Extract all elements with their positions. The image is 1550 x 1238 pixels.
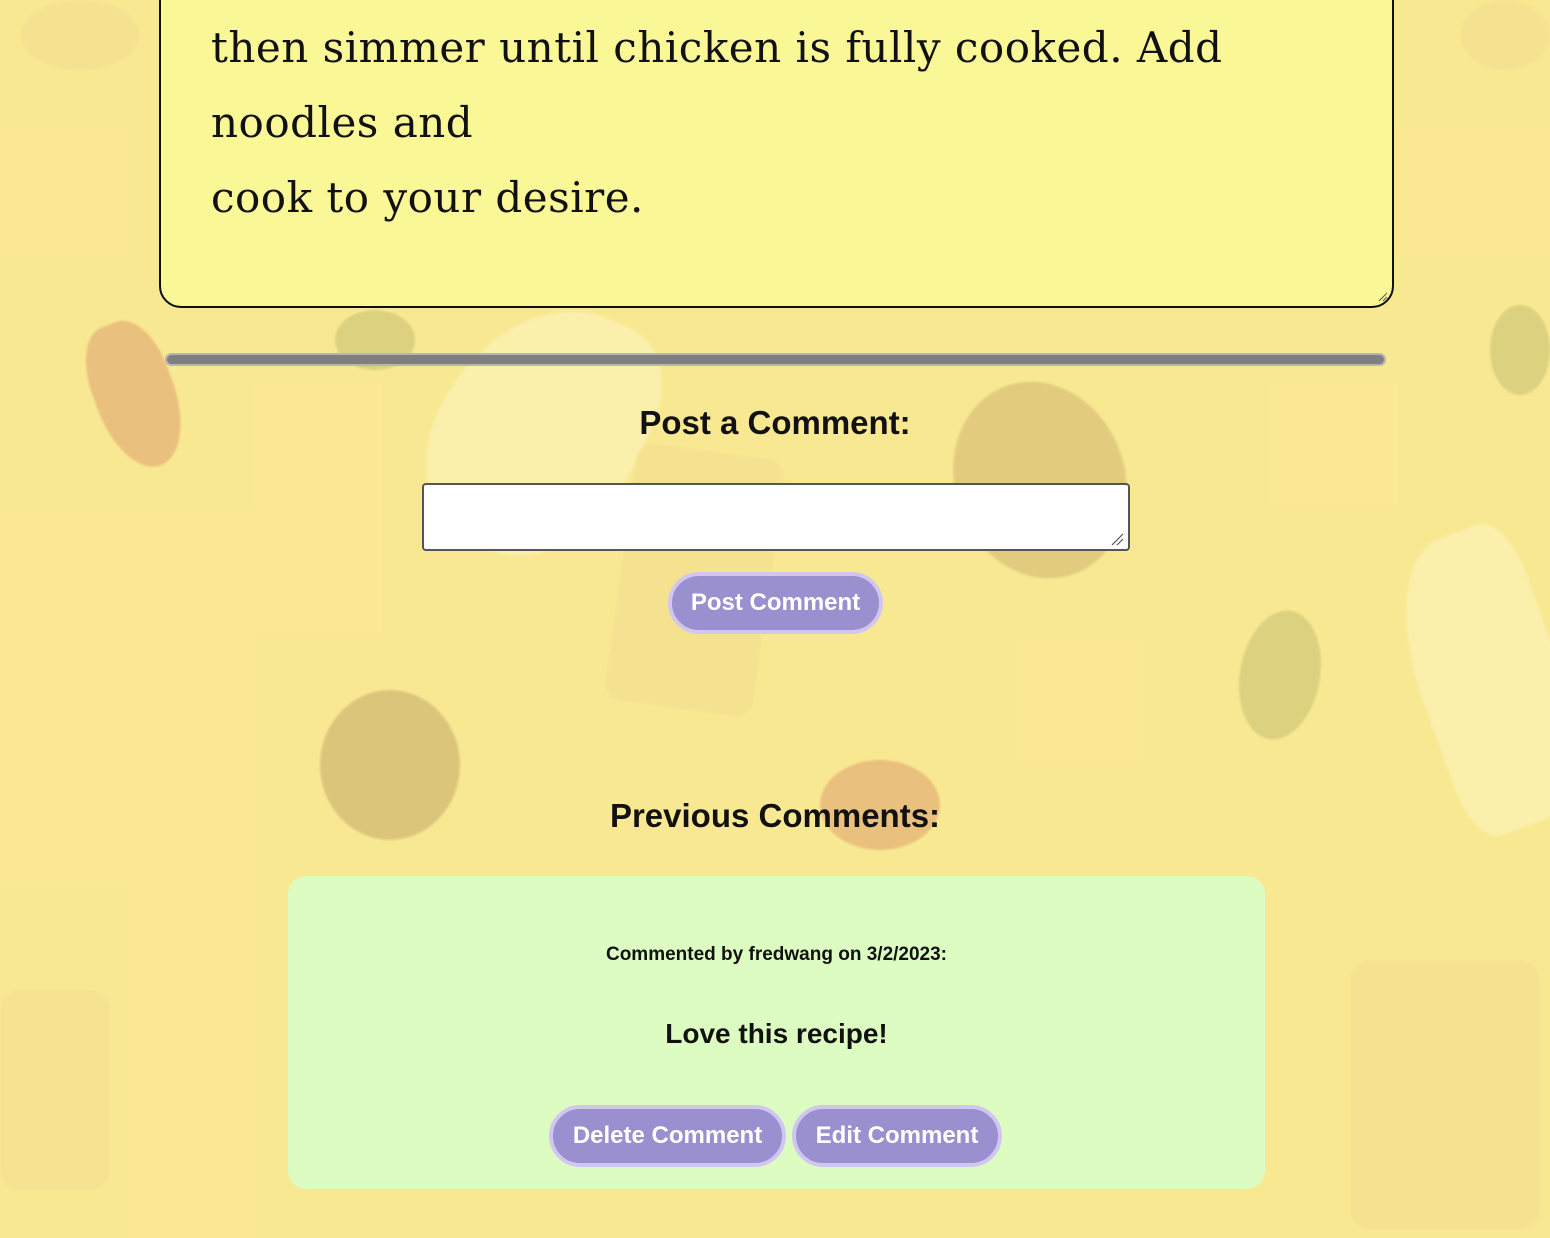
delete-comment-button[interactable]: Delete Comment (549, 1105, 786, 1167)
recipe-instructions-textarea[interactable]: then simmer until chicken is fully cooke… (159, 0, 1394, 308)
recipe-line: then simmer until chicken is fully cooke… (211, 23, 1223, 147)
previous-comments-heading: Previous Comments: (609, 797, 941, 834)
edit-comment-button[interactable]: Edit Comment (792, 1105, 1002, 1167)
comment-text: Love this recipe! (665, 1018, 888, 1049)
post-comment-button[interactable]: Post Comment (668, 572, 883, 634)
comment-meta: Commented by fredwang on 3/2/2023: (605, 944, 948, 965)
section-divider (165, 353, 1386, 366)
resize-handle-icon[interactable] (1376, 290, 1388, 302)
post-comment-heading: Post a Comment: (639, 404, 911, 441)
resize-handle-icon[interactable] (1110, 532, 1124, 546)
recipe-line: cook to your desire. (211, 173, 644, 222)
comment-input[interactable] (422, 483, 1130, 551)
